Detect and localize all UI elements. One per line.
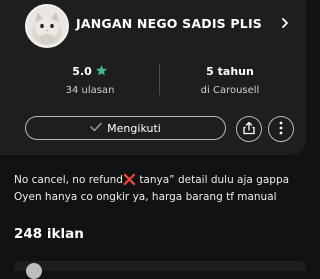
listing-card-preview[interactable] (14, 261, 306, 279)
more-vertical-icon (278, 120, 284, 139)
star-icon (95, 64, 108, 81)
avatar (25, 4, 69, 48)
share-icon (242, 120, 256, 139)
listing-avatar (26, 263, 42, 279)
tenure-label: di Carousell (200, 85, 260, 96)
rating-value-row: 5.0 (25, 64, 155, 79)
share-button[interactable] (236, 116, 262, 142)
rating-stat[interactable]: 5.0 34 ulasan (25, 64, 155, 96)
following-label: Mengikuti (107, 121, 161, 135)
rating-value: 5.0 (72, 65, 92, 78)
more-options-button[interactable] (268, 116, 294, 142)
reviews-count: 34 ulasan (65, 85, 115, 96)
profile-card: JANGAN NEGO SADIS PLIS 5.0 34 ulasan 5 t… (0, 0, 306, 155)
tenure-stat: 5 tahun di Carousell (165, 64, 295, 96)
seller-header[interactable]: JANGAN NEGO SADIS PLIS (0, 0, 306, 50)
listing-count: 248 iklan (14, 226, 84, 242)
chevron-right-icon[interactable] (278, 14, 292, 32)
seller-name: JANGAN NEGO SADIS PLIS (76, 16, 263, 31)
seller-bio: No cancel, no refund❌ tanya” detail dulu… (14, 174, 290, 203)
stats-divider (159, 64, 160, 95)
following-button[interactable]: Mengikuti (25, 116, 226, 140)
check-icon (90, 122, 102, 135)
tenure-value: 5 tahun (206, 65, 254, 78)
